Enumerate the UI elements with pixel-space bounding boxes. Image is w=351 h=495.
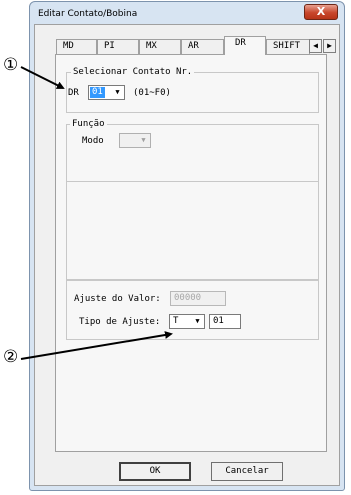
callout-one-arrow [20, 66, 65, 89]
tab-dr[interactable]: DR [224, 36, 266, 55]
callout-two-arrow [20, 331, 173, 360]
tab-label: DR [235, 38, 246, 48]
callout-arrows [20, 66, 173, 360]
